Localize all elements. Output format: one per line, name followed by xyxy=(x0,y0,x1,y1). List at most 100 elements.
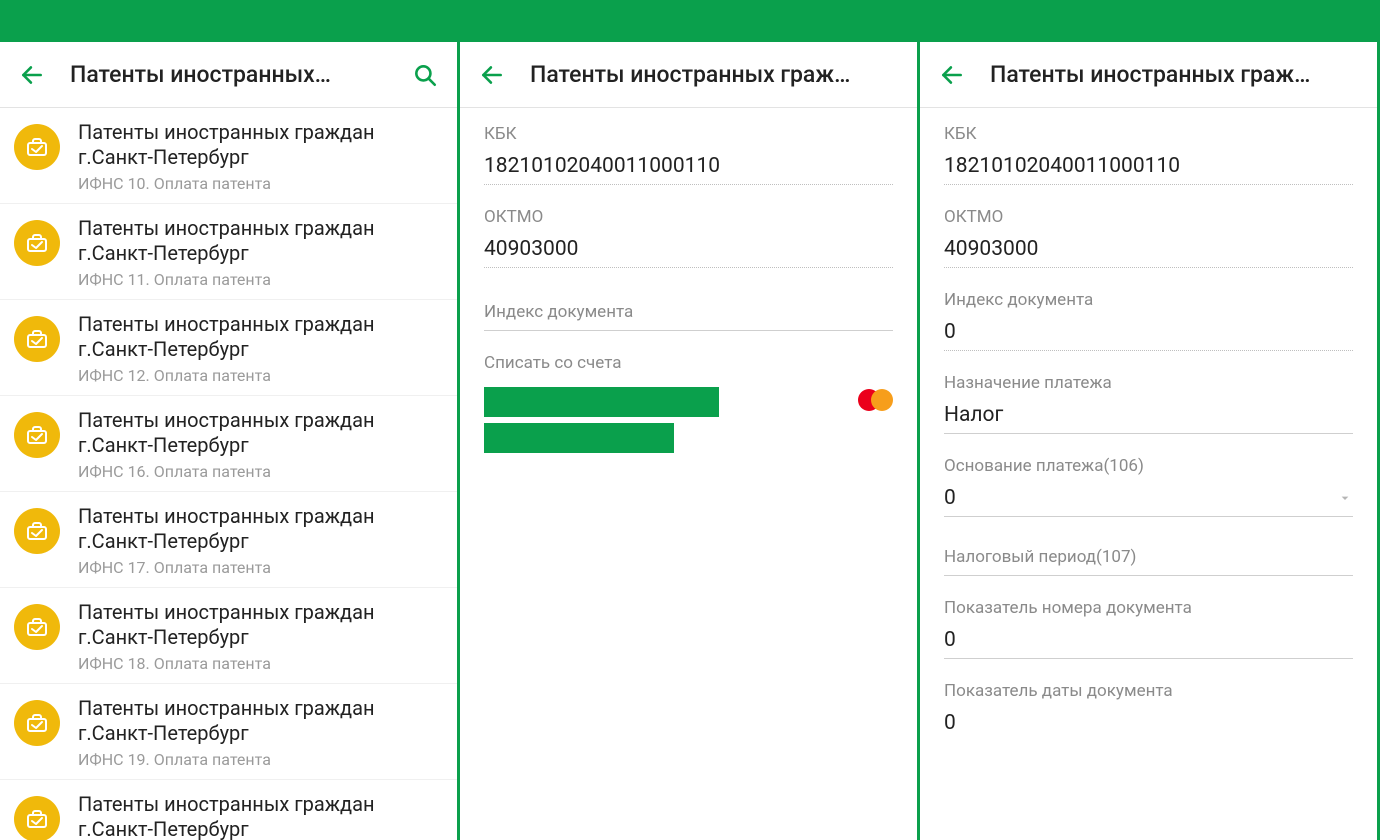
list-item-title: Патенты иностранных граждан г.Санкт-Пете… xyxy=(78,216,441,266)
mastercard-icon xyxy=(858,389,893,411)
list-item-text: Патенты иностранных граждан г.Санкт-Пете… xyxy=(78,792,441,840)
card-selector[interactable] xyxy=(484,387,893,453)
back-button[interactable] xyxy=(932,55,972,95)
list-item-title: Патенты иностранных граждан г.Санкт-Пете… xyxy=(78,504,441,554)
payment-form: КБК 18210102040011000110 ОКТМО 40903000 … xyxy=(920,108,1377,840)
app-bar: Патенты иностранных граж… xyxy=(920,42,1377,108)
basis-field[interactable]: Основание платежа(106) 0 xyxy=(944,456,1353,517)
list-item-subtitle: ИФНС 12. Оплата патента xyxy=(78,366,441,385)
app-bar: Патенты иностранных граж… xyxy=(460,42,917,108)
briefcase-icon xyxy=(14,508,60,554)
field-label: КБК xyxy=(484,124,893,144)
field-value[interactable]: 40903000 xyxy=(484,237,893,268)
briefcase-icon xyxy=(14,412,60,458)
list-item-title: Патенты иностранных граждан г.Санкт-Пете… xyxy=(78,792,441,840)
list-item-title: Патенты иностранных граждан г.Санкт-Пете… xyxy=(78,120,441,170)
card-redacted xyxy=(484,387,719,453)
field-label: ОКТМО xyxy=(944,207,1353,227)
status-bar xyxy=(920,0,1377,42)
pane-form-2: Патенты иностранных граж… КБК 1821010204… xyxy=(920,0,1380,840)
field-value[interactable]: 0 xyxy=(944,711,1353,741)
field-label: Налоговый период(107) xyxy=(944,547,1353,576)
status-bar xyxy=(460,0,917,42)
briefcase-icon xyxy=(14,796,60,840)
list-item[interactable]: Патенты иностранных граждан г.Санкт-Пете… xyxy=(0,684,457,780)
page-title: Патенты иностранных… xyxy=(70,61,387,88)
field-label: Показатель номера документа xyxy=(944,598,1353,618)
patent-list: Патенты иностранных граждан г.Санкт-Пете… xyxy=(0,108,457,840)
kbk-field: КБК 18210102040011000110 xyxy=(484,124,893,185)
list-item-text: Патенты иностранных граждан г.Санкт-Пете… xyxy=(78,120,441,193)
field-label: КБК xyxy=(944,124,1353,144)
briefcase-icon xyxy=(14,316,60,362)
search-button[interactable] xyxy=(405,55,445,95)
field-label: Показатель даты документа xyxy=(944,681,1353,701)
list-item[interactable]: Патенты иностранных граждан г.Санкт-Пете… xyxy=(0,300,457,396)
doc-index-field: Индекс документа 0 xyxy=(944,290,1353,351)
search-icon xyxy=(412,62,438,88)
field-value[interactable]: 40903000 xyxy=(944,237,1353,268)
oktmo-field: ОКТМО 40903000 xyxy=(484,207,893,268)
field-label: Индекс документа xyxy=(944,290,1353,310)
payment-form: КБК 18210102040011000110 ОКТМО 40903000 … xyxy=(460,108,917,840)
list-item[interactable]: Патенты иностранных граждан г.Санкт-Пете… xyxy=(0,588,457,684)
list-item-title: Патенты иностранных граждан г.Санкт-Пете… xyxy=(78,696,441,746)
list-item-subtitle: ИФНС 11. Оплата патента xyxy=(78,270,441,289)
field-label: Назначение платежа xyxy=(944,373,1353,393)
pane-form-1: Патенты иностранных граж… КБК 1821010204… xyxy=(460,0,920,840)
list-item-text: Патенты иностранных граждан г.Санкт-Пете… xyxy=(78,216,441,289)
status-bar xyxy=(0,0,457,42)
arrow-left-icon xyxy=(19,62,45,88)
field-value[interactable]: 18210102040011000110 xyxy=(484,154,893,185)
list-item[interactable]: Патенты иностранных граждан г.Санкт-Пете… xyxy=(0,396,457,492)
list-item-text: Патенты иностранных граждан г.Санкт-Пете… xyxy=(78,504,441,577)
app-bar: Патенты иностранных… xyxy=(0,42,457,108)
list-item[interactable]: Патенты иностранных граждан г.Санкт-Пете… xyxy=(0,108,457,204)
page-title: Патенты иностранных граж… xyxy=(990,61,1365,88)
briefcase-icon xyxy=(14,220,60,266)
arrow-left-icon xyxy=(479,62,505,88)
field-value[interactable]: 0 xyxy=(944,628,1353,659)
field-value[interactable]: Налог xyxy=(944,403,1353,434)
list-item-subtitle: ИФНС 17. Оплата патента xyxy=(78,558,441,577)
field-label: Списать со счета xyxy=(484,353,893,373)
pane-list: Патенты иностранных… Патенты иностранных… xyxy=(0,0,460,840)
briefcase-icon xyxy=(14,124,60,170)
doc-date-field: Показатель даты документа 0 xyxy=(944,681,1353,741)
doc-num-field: Показатель номера документа 0 xyxy=(944,598,1353,659)
doc-index-field[interactable]: Индекс документа xyxy=(484,302,893,331)
chevron-down-icon xyxy=(1337,490,1353,506)
field-label: Основание платежа(106) xyxy=(944,456,1353,476)
list-item-subtitle: ИФНС 19. Оплата патента xyxy=(78,750,441,769)
field-label: Индекс документа xyxy=(484,302,893,331)
briefcase-icon xyxy=(14,700,60,746)
kbk-field: КБК 18210102040011000110 xyxy=(944,124,1353,185)
back-button[interactable] xyxy=(12,55,52,95)
purpose-field: Назначение платежа Налог xyxy=(944,373,1353,434)
list-item[interactable]: Патенты иностранных граждан г.Санкт-Пете… xyxy=(0,780,457,840)
arrow-left-icon xyxy=(939,62,965,88)
list-item-title: Патенты иностранных граждан г.Санкт-Пете… xyxy=(78,408,441,458)
back-button[interactable] xyxy=(472,55,512,95)
dropdown-value[interactable]: 0 xyxy=(944,486,1353,517)
tax-period-field[interactable]: Налоговый период(107) xyxy=(944,547,1353,576)
list-item-subtitle: ИФНС 18. Оплата патента xyxy=(78,654,441,673)
list-item[interactable]: Патенты иностранных граждан г.Санкт-Пете… xyxy=(0,492,457,588)
list-item-title: Патенты иностранных граждан г.Санкт-Пете… xyxy=(78,600,441,650)
field-value[interactable]: 18210102040011000110 xyxy=(944,154,1353,185)
field-value[interactable]: 0 xyxy=(944,320,1353,351)
list-item-text: Патенты иностранных граждан г.Санкт-Пете… xyxy=(78,312,441,385)
list-item[interactable]: Патенты иностранных граждан г.Санкт-Пете… xyxy=(0,204,457,300)
list-item-subtitle: ИФНС 16. Оплата патента xyxy=(78,462,441,481)
oktmo-field: ОКТМО 40903000 xyxy=(944,207,1353,268)
list-item-title: Патенты иностранных граждан г.Санкт-Пете… xyxy=(78,312,441,362)
page-title: Патенты иностранных граж… xyxy=(530,61,905,88)
field-value: 0 xyxy=(944,486,956,510)
list-item-text: Патенты иностранных граждан г.Санкт-Пете… xyxy=(78,600,441,673)
field-label: ОКТМО xyxy=(484,207,893,227)
account-field[interactable]: Списать со счета xyxy=(484,353,893,453)
list-item-subtitle: ИФНС 10. Оплата патента xyxy=(78,174,441,193)
briefcase-icon xyxy=(14,604,60,650)
list-item-text: Патенты иностранных граждан г.Санкт-Пете… xyxy=(78,696,441,769)
list-item-text: Патенты иностранных граждан г.Санкт-Пете… xyxy=(78,408,441,481)
